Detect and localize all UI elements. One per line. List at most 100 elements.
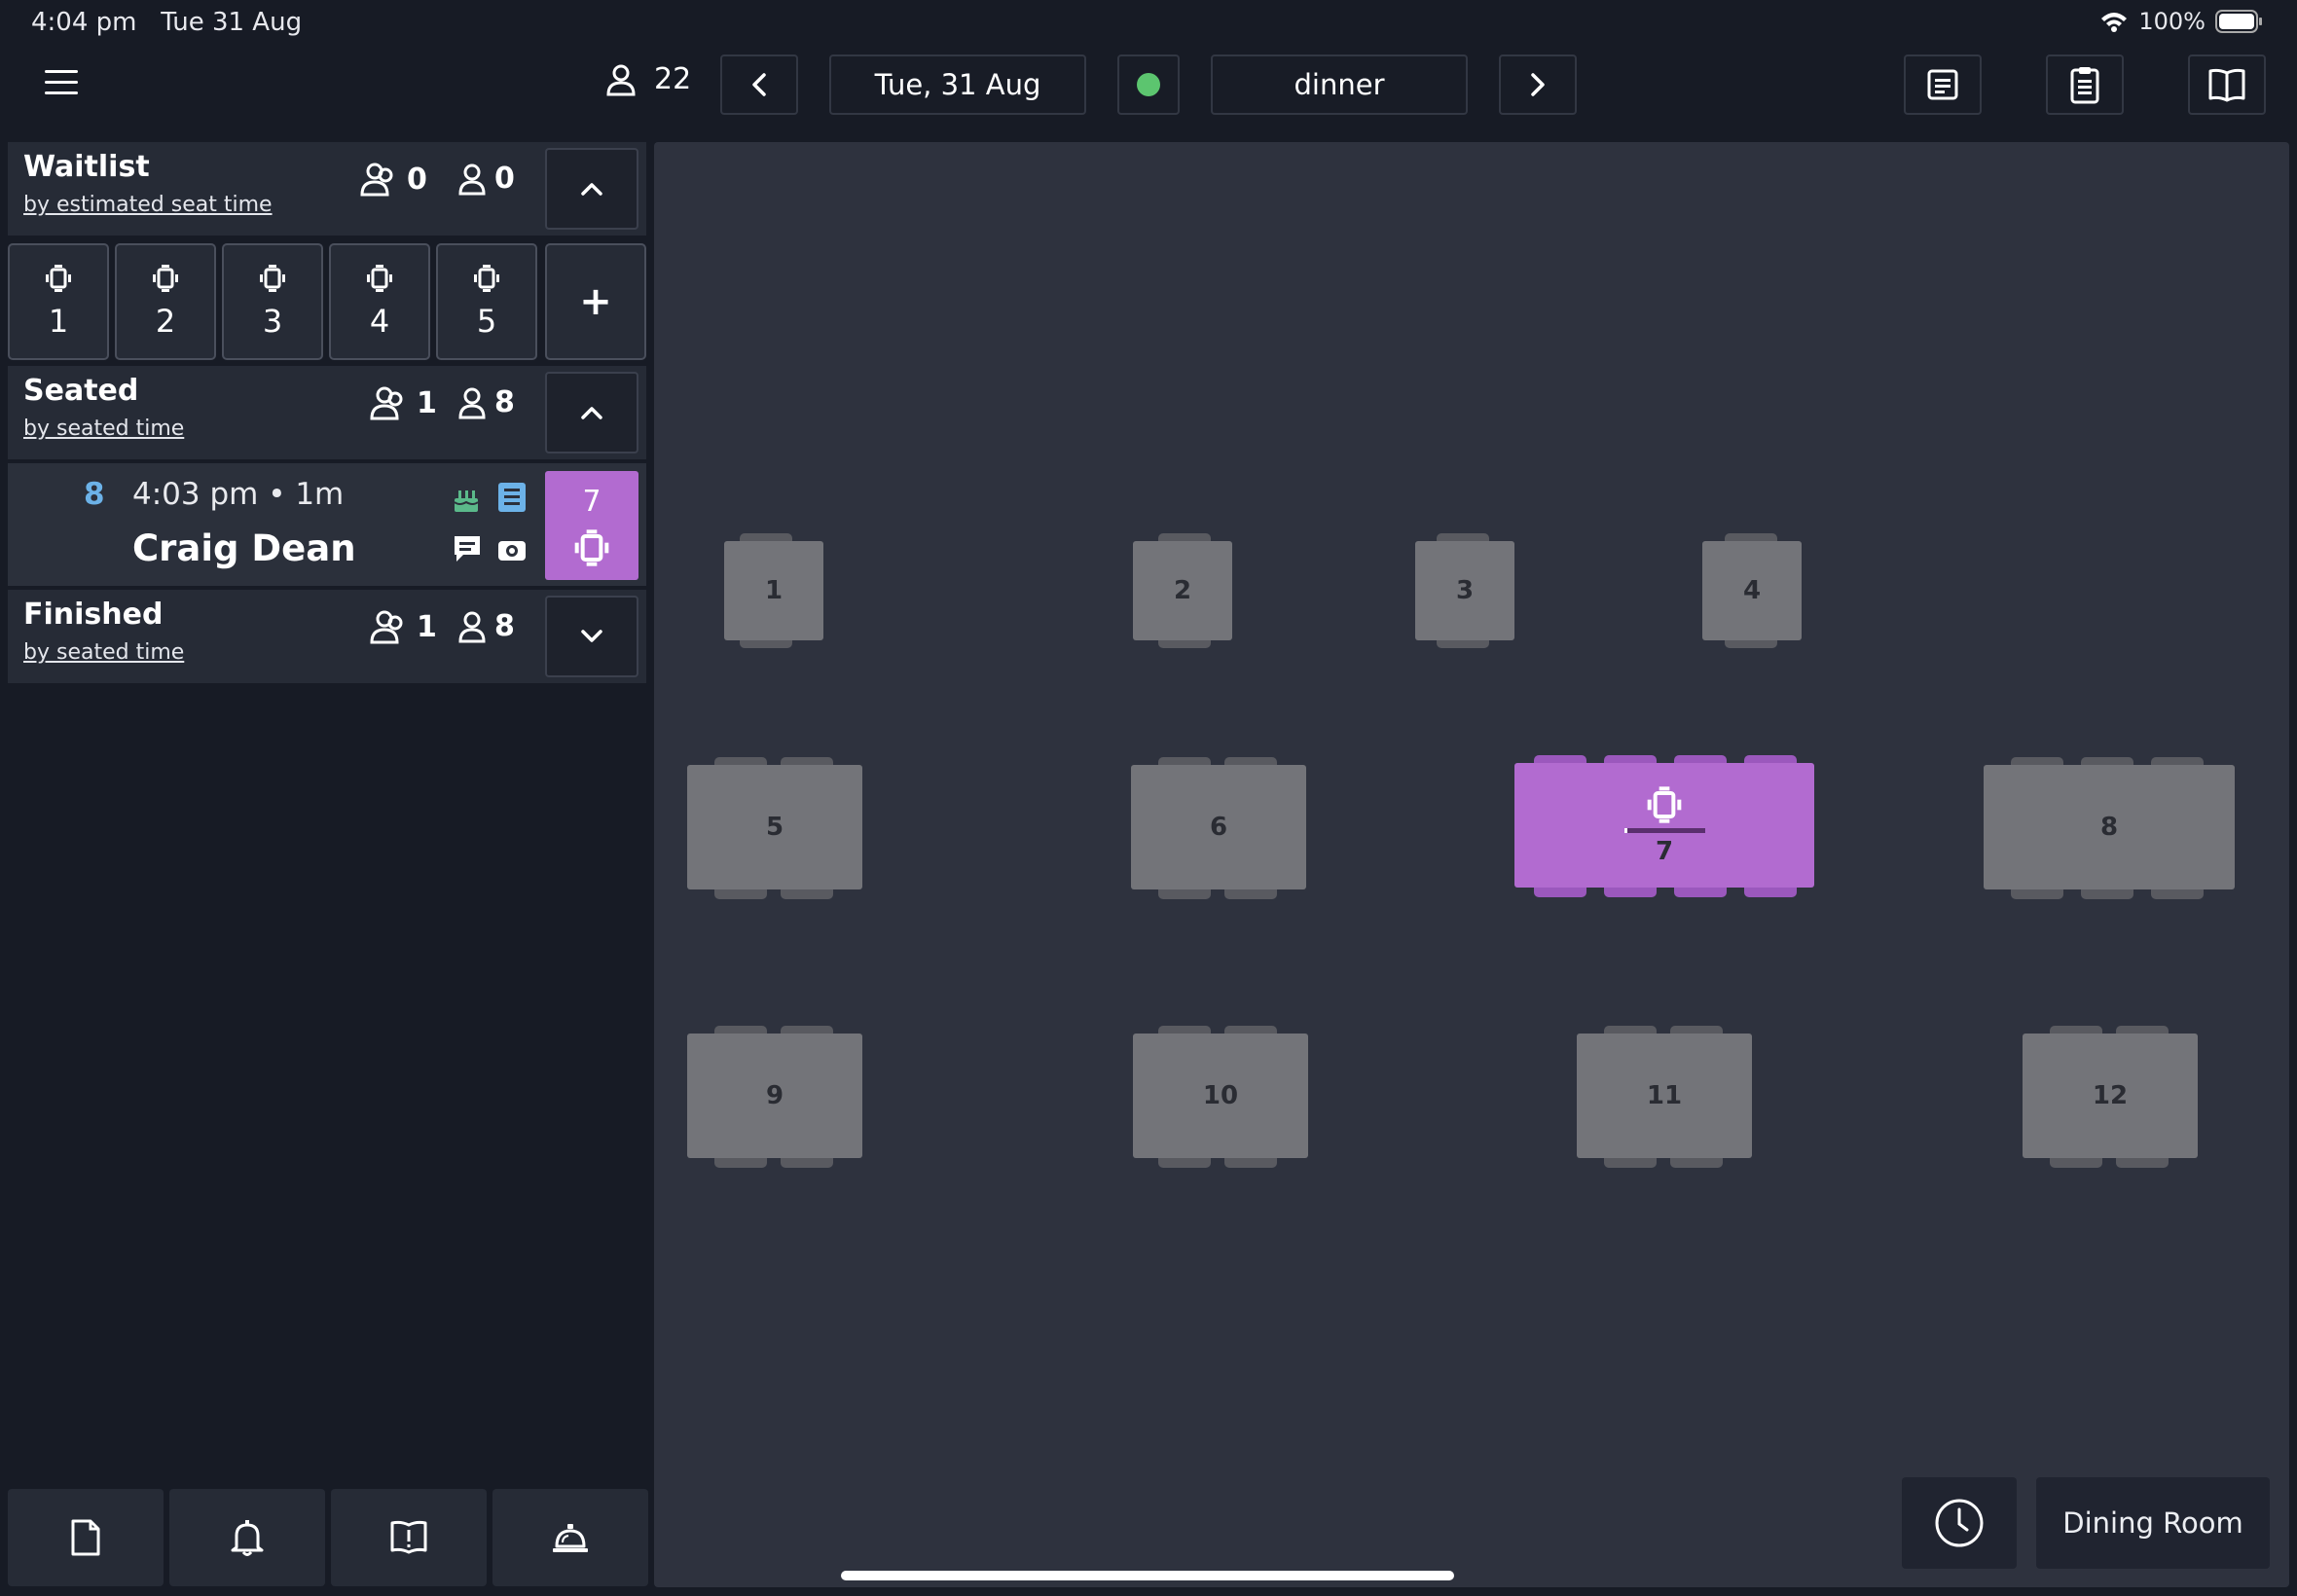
waitlist-party-count: 0 [360,162,427,197]
wifi-icon [2099,11,2129,32]
total-covers: 22 [605,62,691,96]
menu-icon[interactable] [45,68,80,97]
table-10[interactable]: 10 [1133,1034,1308,1158]
add-party-button[interactable]: + [545,243,646,360]
table-icon [1645,785,1684,824]
finished-header: Finished by seated time 1 8 [8,590,646,683]
seated-guest-count: 8 [457,385,515,419]
table-icon [258,264,287,293]
chat-bubble-icon [452,533,483,564]
seated-collapse-button[interactable] [545,372,638,453]
room-name: Dining Room [2062,1506,2243,1540]
notes-list-icon [496,481,528,514]
status-date: Tue 31 Aug [161,8,303,37]
service-status[interactable] [1117,54,1180,115]
table-icon [472,264,501,293]
reservation-card[interactable]: 8 4:03 pm • 1m Craig Dean 7 [8,463,646,586]
book-button[interactable] [2188,54,2266,115]
finished-party-count: 1 [370,609,437,644]
total-covers-count: 22 [654,62,692,96]
next-day-button[interactable] [1499,54,1577,115]
date-label: Tue, 31 Aug [874,68,1041,101]
reservation-time: 4:03 pm • 1m [132,477,345,512]
birthday-cake-icon [452,483,481,514]
timeline-button[interactable] [1902,1477,2017,1569]
quick-add-party-1[interactable]: 1 [8,243,109,360]
status-dot [1137,73,1160,96]
document-icon [69,1518,102,1557]
previous-day-button[interactable] [720,54,798,115]
home-indicator[interactable] [841,1571,1454,1580]
status-time: 4:04 pm Tue 31 Aug [31,8,303,37]
table-1[interactable]: 1 [724,541,823,640]
table-icon [572,528,611,567]
battery-percent: 100% [2138,8,2206,35]
open-book-icon [2207,67,2246,102]
reservation-covers: 8 [84,477,105,512]
room-selector[interactable]: Dining Room [2036,1477,2270,1569]
person-icon [605,63,637,96]
table-5[interactable]: 5 [687,765,862,889]
waitlist-header: Waitlist by estimated seat time 0 0 [8,142,646,236]
finished-title: Finished [23,598,164,632]
book-alert-icon [389,1519,428,1556]
table-2[interactable]: 2 [1133,541,1232,640]
reservation-table-number: 7 [582,484,602,519]
document-lines-icon [1926,68,1959,101]
service-bell-button[interactable] [492,1489,648,1586]
table-6[interactable]: 6 [1131,765,1306,889]
quick-add-party-5[interactable]: 5 [436,243,537,360]
camera-icon [496,537,528,562]
group-icon [360,162,399,197]
chevron-down-icon [579,629,604,644]
waitlist-collapse-button[interactable] [545,148,638,230]
alerts-book-button[interactable] [331,1489,487,1586]
notifications-button[interactable] [169,1489,325,1586]
table-4[interactable]: 4 [1702,541,1802,640]
reservation-name: Craig Dean [132,527,356,569]
shift-label: dinner [1294,68,1385,101]
plus-icon: + [579,279,612,324]
group-icon [370,609,409,644]
reservation-table-badge[interactable]: 7 [545,471,638,580]
chevron-left-icon [750,72,768,97]
chevron-right-icon [1529,72,1547,97]
finished-sort-link[interactable]: by seated time [23,640,184,665]
table-icon [44,264,73,293]
table-9[interactable]: 9 [687,1034,862,1158]
table-11[interactable]: 11 [1577,1034,1752,1158]
table-3[interactable]: 3 [1415,541,1514,640]
quick-add-party-3[interactable]: 3 [222,243,323,360]
chevron-up-icon [579,405,604,420]
seated-party-count: 1 [370,385,437,420]
person-icon [457,163,487,196]
person-icon [457,610,487,643]
battery-icon [2215,10,2264,33]
person-icon [457,386,487,419]
table-8[interactable]: 8 [1984,765,2235,889]
table-12[interactable]: 12 [2023,1034,2198,1158]
chevron-up-icon [579,181,604,197]
quick-add-party-4[interactable]: 4 [329,243,430,360]
date-picker[interactable]: Tue, 31 Aug [829,54,1086,115]
seated-header: Seated by seated time 1 8 [8,366,646,459]
group-icon [370,385,409,420]
table-icon [365,264,394,293]
seated-sort-link[interactable]: by seated time [23,417,184,441]
shift-selector[interactable]: dinner [1211,54,1468,115]
notes-button[interactable] [1904,54,1982,115]
bell-icon [229,1518,266,1557]
new-document-button[interactable] [8,1489,164,1586]
waitlist-sort-link[interactable]: by estimated seat time [23,193,273,217]
seated-title: Seated [23,374,139,408]
table-7[interactable]: 7 [1514,763,1814,888]
clock-icon [1934,1498,1985,1548]
table-icon [151,264,180,293]
clipboard-button[interactable] [2046,54,2124,115]
waitlist-title: Waitlist [23,150,150,184]
clipboard-icon [2069,65,2100,104]
table-7-progress [1623,827,1705,833]
finished-expand-button[interactable] [545,596,638,677]
status-indicators: 100% [2099,8,2264,35]
quick-add-party-2[interactable]: 2 [115,243,216,360]
